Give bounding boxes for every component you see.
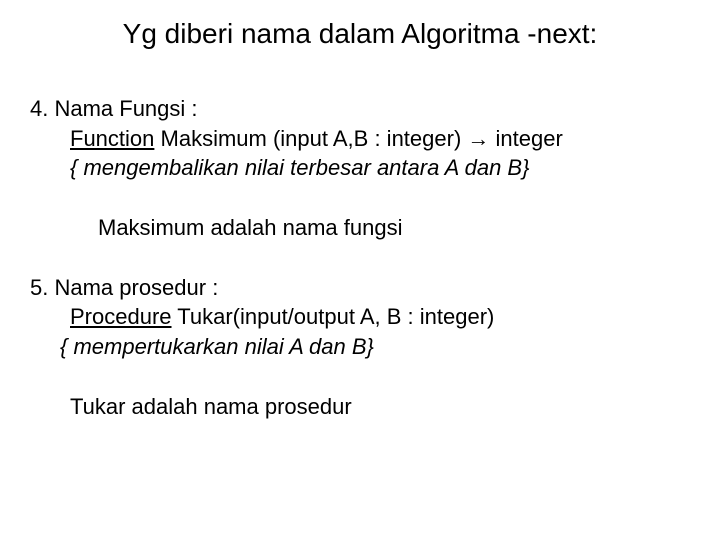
section-5-signature: Procedure Tukar(input/output A, B : inte…	[30, 302, 690, 332]
keyword-function: Function	[70, 126, 154, 151]
arrow-icon: →	[467, 126, 489, 151]
section-5-heading: 5. Nama prosedur :	[30, 273, 690, 303]
section-4-signature: Function Maksimum (input A,B : integer) …	[30, 124, 690, 154]
section-5-note: Tukar adalah nama prosedur	[30, 392, 690, 422]
section-4: 4. Nama Fungsi : Function Maksimum (inpu…	[30, 94, 690, 183]
section-5: 5. Nama prosedur : Procedure Tukar(input…	[30, 273, 690, 362]
section-4-comment: { mengembalikan nilai terbesar antara A …	[30, 153, 690, 183]
keyword-procedure: Procedure	[70, 304, 172, 329]
signature-text: Tukar(input/output A, B : integer)	[172, 304, 495, 329]
signature-tail: integer	[489, 126, 562, 151]
slide: Yg diberi nama dalam Algoritma -next: 4.…	[0, 0, 720, 540]
section-4-heading: 4. Nama Fungsi :	[30, 94, 690, 124]
section-5-comment: { mempertukarkan nilai A dan B}	[30, 332, 690, 362]
section-4-note-block: Maksimum adalah nama fungsi	[30, 213, 690, 243]
slide-title: Yg diberi nama dalam Algoritma -next:	[30, 18, 690, 50]
signature-text: Maksimum (input A,B : integer)	[154, 126, 467, 151]
slide-body: 4. Nama Fungsi : Function Maksimum (inpu…	[30, 94, 690, 422]
section-5-note-block: Tukar adalah nama prosedur	[30, 392, 690, 422]
section-4-note: Maksimum adalah nama fungsi	[30, 213, 690, 243]
